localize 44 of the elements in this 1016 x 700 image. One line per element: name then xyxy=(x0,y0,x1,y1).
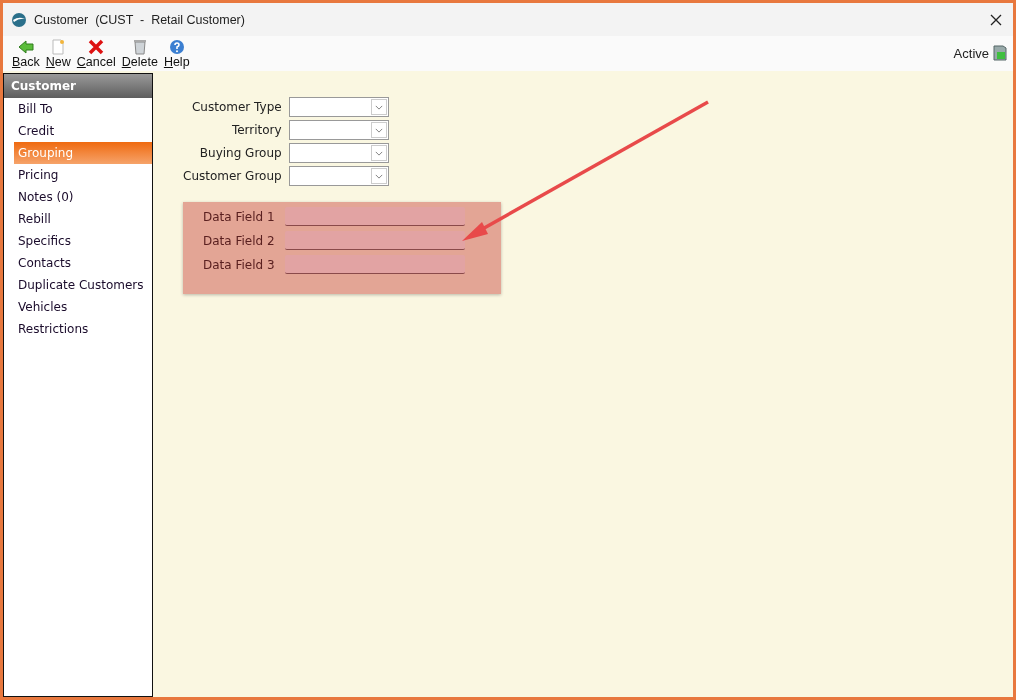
chevron-down-icon xyxy=(374,104,383,110)
chevron-down-icon xyxy=(374,173,383,179)
sidebar-item[interactable]: Duplicate Customers xyxy=(4,274,152,296)
sidebar-item[interactable]: Restrictions xyxy=(4,318,152,340)
field-label: Data Field 2 xyxy=(203,233,275,248)
sidebar-item[interactable]: Bill To xyxy=(4,98,152,120)
input-field[interactable] xyxy=(284,255,465,274)
window-title: Customer (CUST - Retail Customer) xyxy=(34,12,246,27)
sidebar-header: Customer xyxy=(4,74,152,98)
input-field[interactable] xyxy=(284,231,465,250)
dropdown[interactable] xyxy=(288,166,389,186)
status-icon xyxy=(993,44,1007,61)
close-icon[interactable] xyxy=(990,13,1002,26)
input-field[interactable] xyxy=(284,207,465,226)
field-label: Territory xyxy=(230,123,282,137)
field-label: Data Field 1 xyxy=(203,209,275,224)
dropdown[interactable] xyxy=(288,120,389,140)
chevron-down-icon xyxy=(374,150,383,156)
dropdown[interactable] xyxy=(288,143,389,163)
delete-button[interactable]: Delete xyxy=(118,39,161,69)
cross-icon xyxy=(88,39,105,55)
sidebar-item[interactable]: Notes (0) xyxy=(4,186,152,208)
status-label: Active xyxy=(953,46,989,61)
app-logo-icon xyxy=(11,11,27,28)
field-label: Customer Group xyxy=(183,169,282,183)
document-icon xyxy=(50,39,67,55)
sidebar-item[interactable]: Pricing xyxy=(4,164,152,186)
field-label: Data Field 3 xyxy=(203,257,275,272)
cancel-button[interactable]: Cancel xyxy=(73,39,119,69)
new-button[interactable]: New xyxy=(42,39,74,69)
back-arrow-icon xyxy=(17,39,34,55)
field-label: Buying Group xyxy=(198,146,282,160)
back-button[interactable]: Back xyxy=(9,39,43,69)
field-label: Customer Type xyxy=(190,100,282,114)
help-button[interactable]: Help xyxy=(160,39,193,69)
trash-icon xyxy=(131,39,148,55)
sidebar-item[interactable]: Credit xyxy=(4,120,152,142)
sidebar-item[interactable]: Vehicles xyxy=(4,296,152,318)
sidebar-item[interactable]: Rebill xyxy=(4,208,152,230)
dropdown[interactable] xyxy=(288,97,389,117)
chevron-down-icon xyxy=(374,127,383,133)
sidebar-item[interactable]: Contacts xyxy=(4,252,152,274)
help-icon xyxy=(168,39,185,55)
sidebar-item[interactable]: Specifics xyxy=(4,230,152,252)
